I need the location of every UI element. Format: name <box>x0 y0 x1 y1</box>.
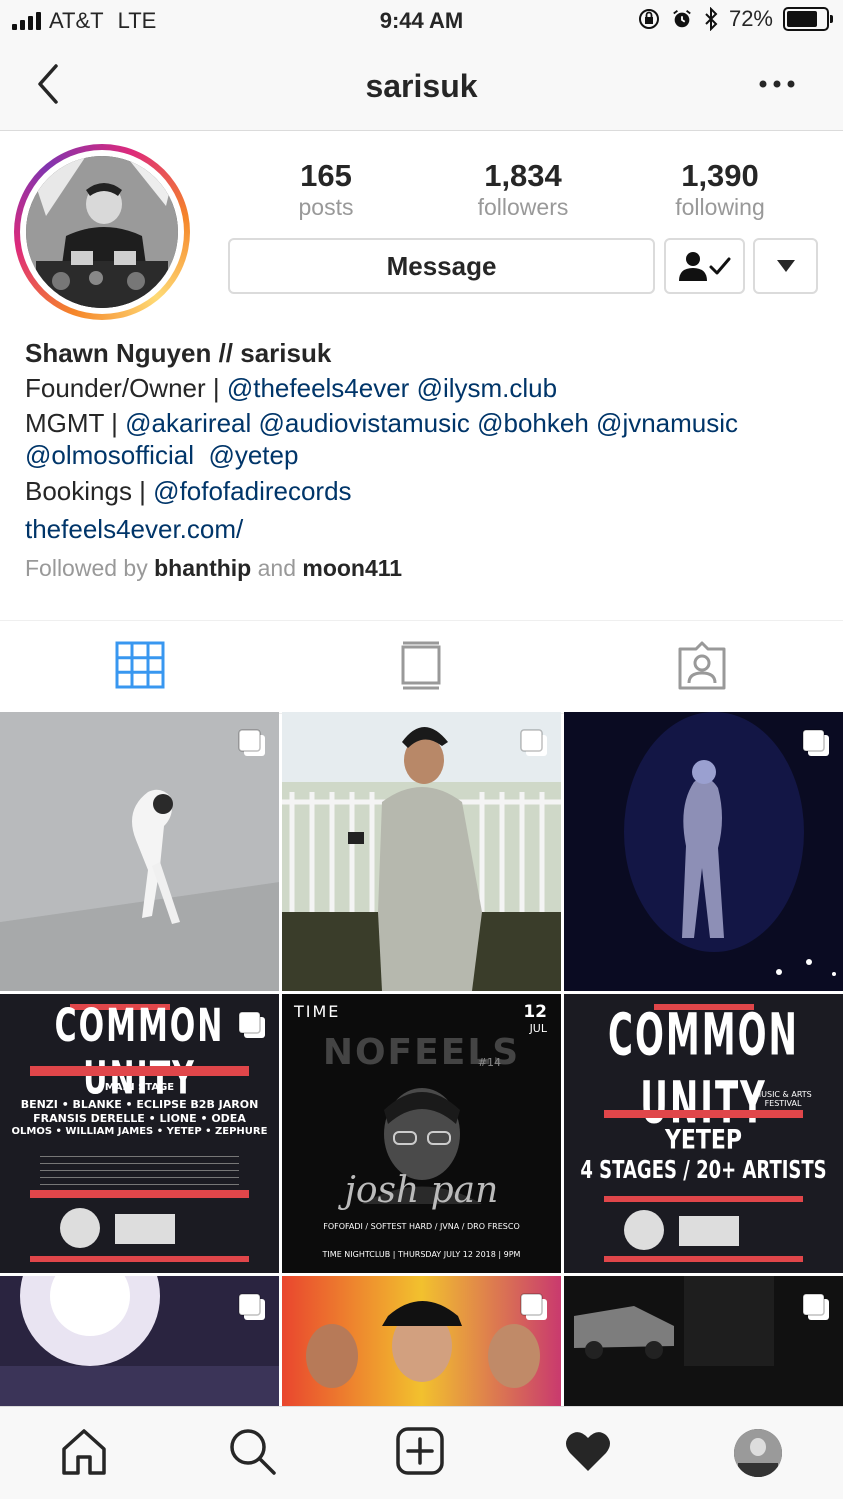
multiple-photos-icon <box>802 1293 829 1320</box>
mention-link[interactable]: @ilysm.club <box>417 373 558 403</box>
status-right: 72% <box>637 6 833 32</box>
post-thumbnail[interactable] <box>0 1276 279 1406</box>
poster-tagline: 4 STAGES / 20+ ARTISTS <box>580 1155 827 1186</box>
triangle-down-icon <box>776 260 795 272</box>
mention-link[interactable]: @bohkeh <box>477 408 589 438</box>
bio-line-1: Founder/Owner | @thefeels4ever @ilysm.cl… <box>25 373 558 403</box>
multiple-photos-icon <box>520 1293 547 1320</box>
feed-icon <box>401 641 441 690</box>
poster-venue: TIME <box>294 1002 341 1021</box>
avatar-image <box>26 156 178 308</box>
multiple-photos-icon <box>238 729 265 756</box>
nav-activity-button[interactable] <box>562 1425 618 1481</box>
mention-link[interactable]: @thefeels4ever <box>227 373 410 403</box>
following-label: following <box>675 194 765 220</box>
following-button[interactable] <box>664 238 745 294</box>
more-options-button[interactable] <box>757 70 797 100</box>
post-thumbnail[interactable] <box>282 712 561 991</box>
posts-grid: COMMON UNITY MAIN STAGE BENZI • BLANKE •… <box>0 712 843 1406</box>
profile-tabs <box>0 620 843 714</box>
home-icon <box>62 1429 106 1475</box>
search-icon <box>230 1429 276 1475</box>
post-thumbnail[interactable] <box>564 1276 843 1406</box>
tab-feed[interactable] <box>398 641 450 693</box>
website-link[interactable]: thefeels4ever.com/ <box>25 512 825 547</box>
nav-add-button[interactable] <box>394 1425 450 1481</box>
tab-tagged[interactable] <box>677 641 729 693</box>
multiple-photos-icon <box>238 1011 265 1038</box>
stat-posts[interactable]: 165 posts <box>246 158 406 221</box>
stat-following[interactable]: 1,390 following <box>640 158 800 221</box>
following-count: 1,390 <box>681 158 759 193</box>
nav-bar: sarisuk <box>0 42 843 131</box>
profile-bio: Shawn Nguyen // sarisuk Founder/Owner | … <box>25 336 825 586</box>
mention-link[interactable]: @audiovistamusic <box>259 408 470 438</box>
poster-title: NOFEELS <box>322 1032 521 1073</box>
followers-count: 1,834 <box>484 158 562 193</box>
bluetooth-icon <box>705 7 718 31</box>
avatar-icon <box>734 1429 782 1477</box>
more-horizontal-icon <box>759 80 795 88</box>
message-button[interactable]: Message <box>228 238 655 294</box>
rotation-lock-icon <box>638 9 659 29</box>
multiple-photos-icon <box>520 729 547 756</box>
plus-square-icon <box>396 1427 444 1475</box>
mention-link[interactable]: @olmosofficial <box>25 440 194 470</box>
followers-label: followers <box>477 194 569 220</box>
posts-count: 165 <box>300 158 352 193</box>
post-thumbnail[interactable] <box>282 1276 561 1406</box>
profile-avatar[interactable] <box>14 144 190 320</box>
poster-artist: josh pan <box>344 1170 499 1211</box>
battery-icon <box>783 7 833 31</box>
nav-search-button[interactable] <box>226 1425 282 1481</box>
person-check-icon <box>678 252 730 281</box>
mention-link[interactable]: @fofofadirecords <box>153 476 351 506</box>
mention-link[interactable]: @yetep <box>208 440 298 470</box>
post-thumbnail[interactable]: COMMON UNITY MAIN STAGE BENZI • BLANKE •… <box>0 994 279 1273</box>
post-thumbnail[interactable]: COMMON UNITY MUSIC & ARTS FESTIVAL YETEP… <box>564 994 843 1273</box>
tagged-icon <box>678 641 726 690</box>
poster-headliner: YETEP <box>664 1125 743 1156</box>
suggestions-dropdown-button[interactable] <box>753 238 818 294</box>
stat-followers[interactable]: 1,834 followers <box>443 158 603 221</box>
nav-profile-button[interactable] <box>734 1429 782 1477</box>
nav-home-button[interactable] <box>58 1425 114 1481</box>
post-thumbnail[interactable]: TIME 12 JUL NOFEELS #14 josh pan FOFOFAD… <box>282 994 561 1273</box>
post-thumbnail[interactable] <box>0 712 279 991</box>
followed-by[interactable]: Followed by bhanthip and moon411 <box>25 551 825 586</box>
bio-line-4: Bookings | @fofofadirecords <box>25 476 352 506</box>
posts-label: posts <box>298 194 354 220</box>
page-title: sarisuk <box>365 68 478 104</box>
bottom-tab-bar <box>0 1406 843 1499</box>
bio-line-2: MGMT | @akarireal @audiovistamusic @bohk… <box>25 408 739 438</box>
status-bar: AT&T LTE 9:44 AM 72% <box>0 0 843 42</box>
poster-stage: MAIN STAGE <box>104 1082 175 1093</box>
multiple-photos-icon <box>238 1293 265 1320</box>
bio-line-3: @olmosofficial @yetep <box>25 438 825 473</box>
alarm-icon <box>673 10 691 28</box>
heart-icon <box>566 1432 610 1471</box>
grid-icon <box>115 641 165 689</box>
battery-percent: 72% <box>728 6 773 31</box>
mention-link[interactable]: @akarireal <box>125 408 251 438</box>
multiple-photos-icon <box>802 729 829 756</box>
tab-grid[interactable] <box>115 641 167 693</box>
mention-link[interactable]: @jvnamusic <box>596 408 738 438</box>
post-thumbnail[interactable] <box>564 712 843 991</box>
full-name: Shawn Nguyen // sarisuk <box>25 338 332 368</box>
